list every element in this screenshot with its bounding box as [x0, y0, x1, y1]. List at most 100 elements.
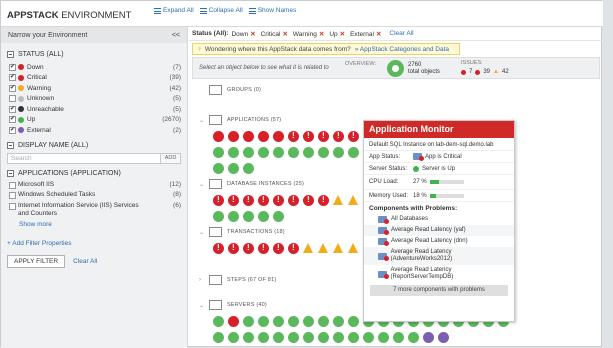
status-chip-external[interactable]: External ✕: [350, 31, 383, 38]
object-status-icon[interactable]: [213, 163, 224, 174]
remove-chip-icon[interactable]: ✕: [319, 31, 324, 38]
object-status-icon[interactable]: [318, 195, 329, 206]
object-status-icon[interactable]: [228, 131, 239, 142]
object-status-icon[interactable]: [258, 211, 269, 222]
object-status-icon[interactable]: [258, 147, 269, 158]
checkbox[interactable]: [9, 202, 16, 210]
object-status-icon[interactable]: [303, 332, 314, 343]
object-status-icon[interactable]: [243, 332, 254, 343]
object-status-icon[interactable]: [243, 316, 254, 327]
checkbox[interactable]: [9, 126, 16, 134]
object-status-icon[interactable]: [288, 147, 299, 158]
component-item[interactable]: All Databases: [364, 214, 514, 225]
object-status-icon[interactable]: [423, 332, 434, 343]
app-filter-item[interactable]: Internet Information Service (IIS) Servi…: [7, 202, 181, 220]
object-status-icon[interactable]: [213, 243, 224, 254]
checkbox[interactable]: [9, 73, 16, 82]
checkbox[interactable]: [9, 192, 16, 199]
object-status-icon[interactable]: [318, 332, 329, 343]
object-status-icon[interactable]: [333, 131, 344, 142]
object-status-icon[interactable]: [363, 332, 374, 343]
object-status-icon[interactable]: [348, 147, 359, 158]
object-status-icon[interactable]: [333, 195, 344, 206]
object-status-icon[interactable]: [243, 131, 254, 142]
object-status-icon[interactable]: [273, 316, 284, 327]
object-status-icon[interactable]: [318, 147, 329, 158]
object-status-icon[interactable]: [273, 131, 284, 142]
status-chip-warning[interactable]: Warning ✕: [293, 31, 326, 38]
apply-filter-button[interactable]: APPLY FILTER: [7, 254, 66, 268]
status-filter-down[interactable]: Down (7): [7, 62, 181, 73]
object-status-icon[interactable]: [303, 195, 314, 206]
component-item[interactable]: Average Read Latency (dnn): [364, 236, 514, 247]
object-status-icon[interactable]: [228, 147, 239, 158]
object-status-icon[interactable]: [333, 316, 344, 327]
object-status-icon[interactable]: [318, 316, 329, 327]
show-more-link[interactable]: Show more: [7, 221, 181, 228]
component-item[interactable]: Average Read Latency (yaf): [364, 225, 514, 236]
status-filter-up[interactable]: Up (2670): [7, 115, 181, 126]
expand-all-button[interactable]: Expand All: [154, 7, 194, 14]
chevron-icon[interactable]: ⌄: [199, 181, 204, 188]
object-status-icon[interactable]: [273, 147, 284, 158]
collapse-sidebar-icon[interactable]: <<: [172, 32, 180, 39]
status-filter-external[interactable]: External (2): [7, 125, 181, 136]
object-status-icon[interactable]: [243, 243, 254, 254]
object-status-icon[interactable]: [228, 195, 239, 206]
group-row[interactable]: ⌄ TRANSACTIONS (18): [199, 227, 285, 237]
object-status-icon[interactable]: [213, 131, 224, 142]
object-status-icon[interactable]: [243, 195, 254, 206]
object-status-icon[interactable]: [438, 332, 449, 343]
applications-section-toggle[interactable]: APPLICATIONS (APPLICATION): [7, 169, 181, 177]
object-status-icon[interactable]: [408, 332, 419, 343]
object-status-icon[interactable]: [258, 316, 269, 327]
object-status-icon[interactable]: [273, 195, 284, 206]
group-row[interactable]: ⌄ DATABASE INSTANCES (25): [199, 179, 304, 189]
group-row[interactable]: › STEPS (67 OF 81): [199, 275, 276, 285]
object-status-icon[interactable]: [318, 243, 329, 254]
checkbox[interactable]: [9, 115, 16, 124]
object-status-icon[interactable]: [288, 131, 299, 142]
object-status-icon[interactable]: [303, 243, 314, 254]
chevron-icon[interactable]: ⌄: [199, 117, 204, 124]
component-item[interactable]: Average Read Latency (AdventureWorks2012…: [364, 247, 514, 265]
clear-all-link[interactable]: Clear All: [73, 258, 97, 265]
status-chip-critical[interactable]: Critical ✕: [261, 31, 290, 38]
object-status-icon[interactable]: [228, 243, 239, 254]
object-status-icon[interactable]: [333, 243, 344, 254]
more-components-link[interactable]: 7 more components with problems: [370, 285, 508, 296]
status-filter-unreachable[interactable]: Unreachable (5): [7, 104, 181, 115]
object-status-icon[interactable]: [213, 147, 224, 158]
object-status-icon[interactable]: [243, 163, 254, 174]
clear-status-link[interactable]: Clear All: [389, 30, 413, 37]
object-status-icon[interactable]: [288, 332, 299, 343]
object-status-icon[interactable]: [348, 195, 359, 206]
object-status-icon[interactable]: [348, 243, 359, 254]
object-status-icon[interactable]: [273, 211, 284, 222]
app-filter-item[interactable]: Microsoft IIS (12): [7, 181, 181, 192]
object-status-icon[interactable]: [378, 332, 389, 343]
checkbox[interactable]: [9, 95, 16, 103]
object-status-icon[interactable]: [213, 195, 224, 206]
group-row[interactable]: ⌄ APPLICATIONS (57): [199, 115, 281, 125]
add-button[interactable]: ADD: [161, 152, 181, 164]
chevron-icon[interactable]: ⌄: [199, 302, 204, 309]
object-status-icon[interactable]: [393, 332, 404, 343]
display-name-search-input[interactable]: Search: [7, 152, 161, 164]
object-status-icon[interactable]: [243, 211, 254, 222]
object-status-icon[interactable]: [228, 316, 239, 327]
checkbox[interactable]: [9, 105, 16, 113]
status-section-toggle[interactable]: STATUS (ALL): [7, 51, 181, 58]
object-status-icon[interactable]: [258, 131, 269, 142]
checkbox[interactable]: [9, 63, 16, 71]
object-status-icon[interactable]: [303, 147, 314, 158]
object-status-icon[interactable]: [348, 316, 359, 327]
status-chip-up[interactable]: Up ✕: [329, 31, 347, 38]
status-filter-critical[interactable]: Critical (39): [7, 73, 181, 84]
show-names-button[interactable]: Show Names: [248, 7, 296, 14]
object-status-icon[interactable]: [303, 316, 314, 327]
object-status-icon[interactable]: [288, 243, 299, 254]
remove-chip-icon[interactable]: ✕: [250, 31, 255, 38]
object-status-icon[interactable]: [258, 195, 269, 206]
group-row[interactable]: GROUPS (0): [199, 85, 261, 95]
